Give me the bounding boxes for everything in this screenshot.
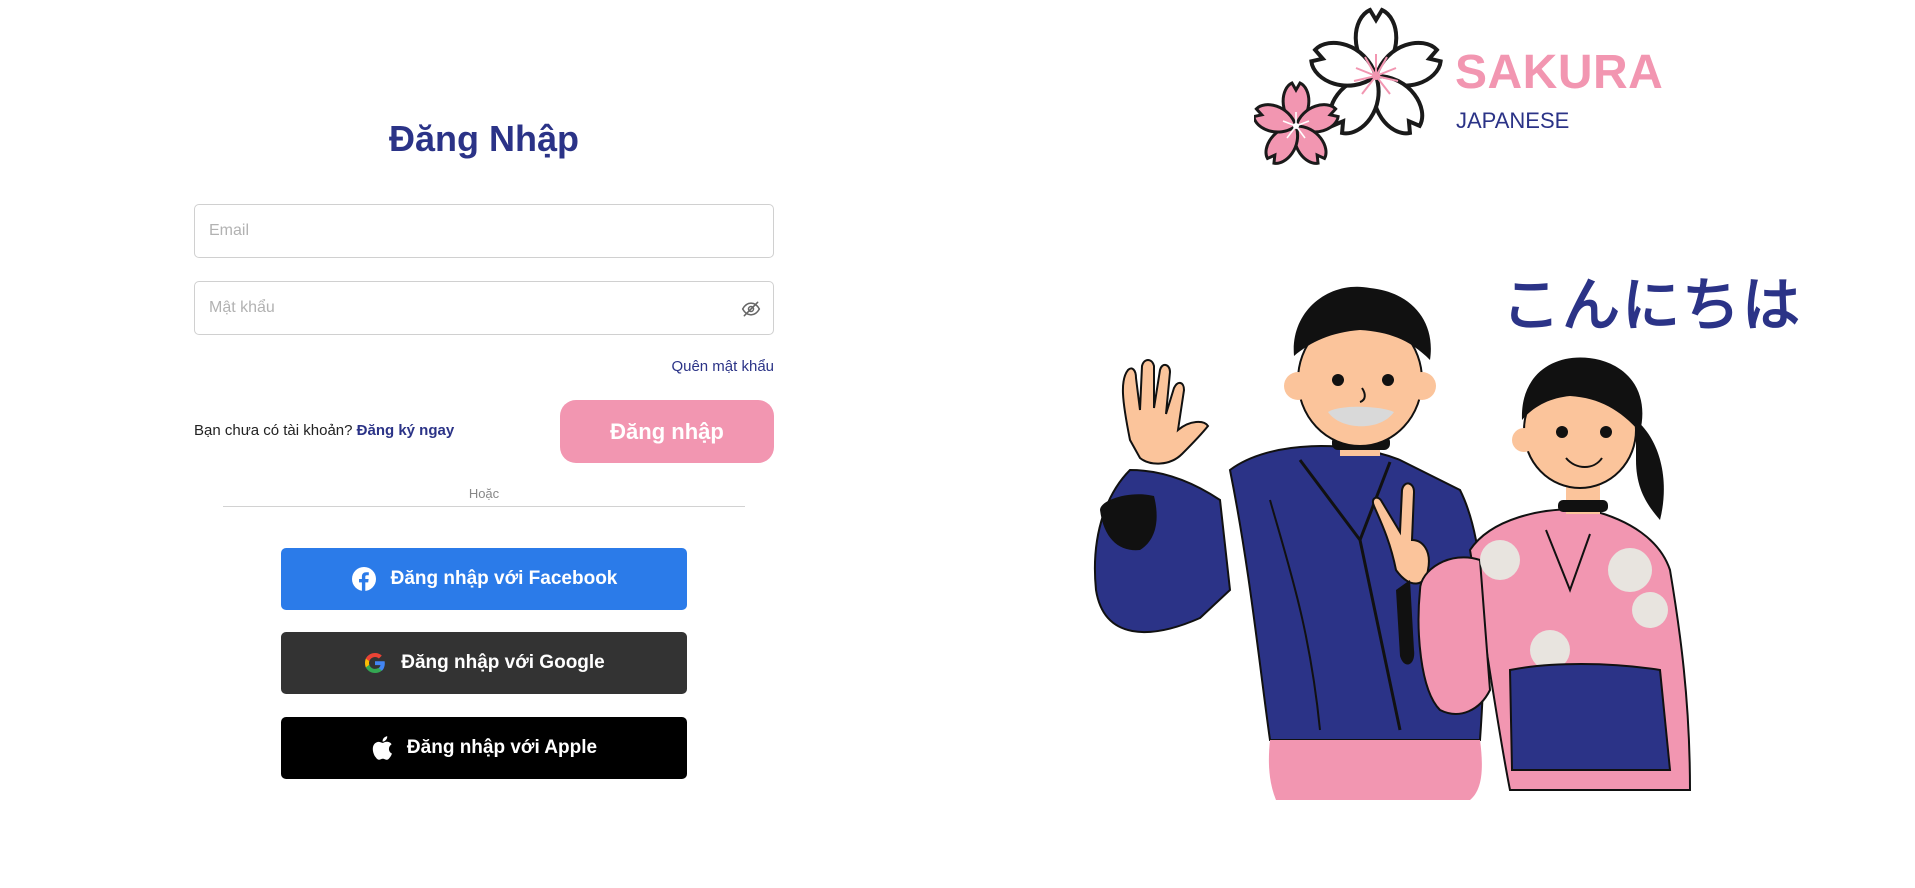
signup-link[interactable]: Đăng ký ngay: [357, 422, 455, 439]
divider-line: [223, 506, 745, 507]
no-account-text: Bạn chưa có tài khoản?: [194, 422, 353, 439]
man-figure: [1094, 286, 1485, 800]
password-input[interactable]: [195, 282, 773, 334]
eye-slash-icon[interactable]: [741, 299, 761, 319]
brand-subtitle: JAPANESE: [1456, 108, 1570, 133]
brand-name: SAKURA: [1455, 46, 1664, 99]
forgot-password-link[interactable]: Quên mật khẩu: [671, 358, 774, 375]
login-button[interactable]: Đăng nhập: [560, 400, 774, 463]
login-page: Đăng Nhập Quên mật khẩu Bạn chưa có tài …: [0, 0, 1915, 888]
pink-sakura-flower-icon: [1254, 81, 1340, 165]
apple-login-label: Đăng nhập với Apple: [406, 737, 598, 758]
signup-prompt: Bạn chưa có tài khoản? Đăng ký ngay: [194, 422, 454, 439]
password-field[interactable]: [194, 281, 774, 335]
google-login-button[interactable]: Đăng nhập với Google: [281, 632, 687, 694]
kimono-couple-illustration: [1094, 286, 1692, 800]
or-divider-label: Hoặc: [468, 486, 500, 501]
page-title: Đăng Nhập: [388, 118, 579, 159]
google-icon: [365, 653, 386, 673]
facebook-login-button[interactable]: Đăng nhập với Facebook: [281, 548, 687, 610]
apple-icon: [372, 736, 392, 760]
facebook-login-label: Đăng nhập với Facebook: [390, 568, 618, 589]
email-input[interactable]: [195, 205, 773, 257]
email-field[interactable]: [194, 204, 774, 258]
facebook-icon: [351, 567, 376, 591]
google-login-label: Đăng nhập với Google: [401, 652, 605, 673]
apple-login-button[interactable]: Đăng nhập với Apple: [281, 717, 687, 779]
